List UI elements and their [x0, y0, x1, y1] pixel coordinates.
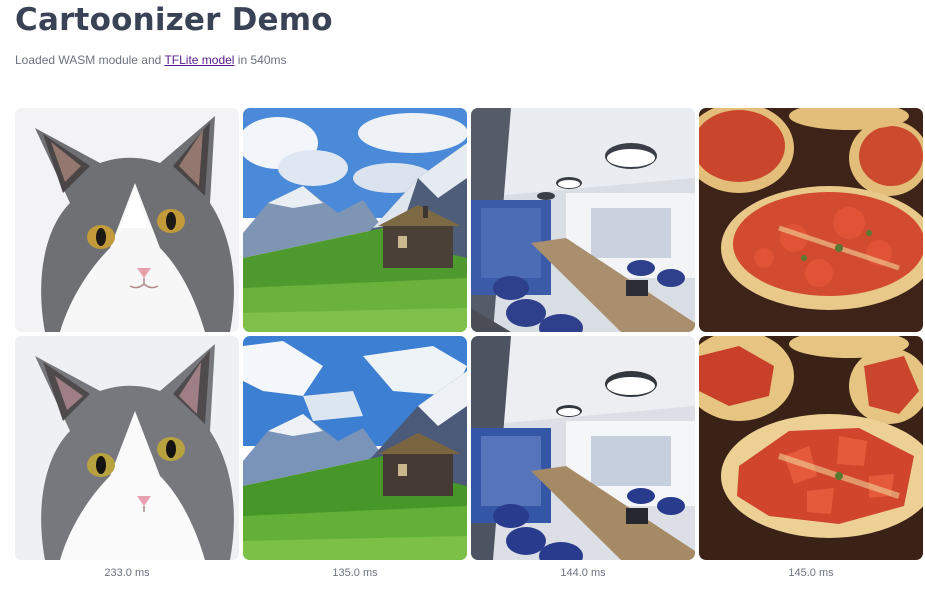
cartoon-conference-image	[471, 336, 695, 560]
original-cat-image	[15, 108, 239, 332]
load-status: Loaded WASM module and TFLite model in 5…	[15, 53, 287, 67]
timing-label-conference: 144.0 ms	[560, 567, 606, 579]
load-status-suffix: in 540ms	[234, 53, 287, 67]
image-grid: 233.0 ms 135.0 ms 144.0 ms 145.0 ms	[15, 108, 923, 586]
cartoon-pizza-image	[699, 336, 923, 560]
timing-label-pizza: 145.0 ms	[788, 567, 834, 579]
page-title: Cartoonizer Demo	[15, 2, 333, 38]
original-pizza-image	[699, 108, 923, 332]
original-mountain-image	[243, 108, 467, 332]
cartoon-mountain-image	[243, 336, 467, 560]
original-conference-image	[471, 108, 695, 332]
timing-label-cat: 233.0 ms	[104, 567, 150, 579]
load-status-prefix: Loaded WASM module and	[15, 53, 165, 67]
cartoon-cat-image	[15, 336, 239, 560]
tflite-model-link[interactable]: TFLite model	[164, 53, 234, 67]
timing-label-mountain: 135.0 ms	[332, 567, 378, 579]
